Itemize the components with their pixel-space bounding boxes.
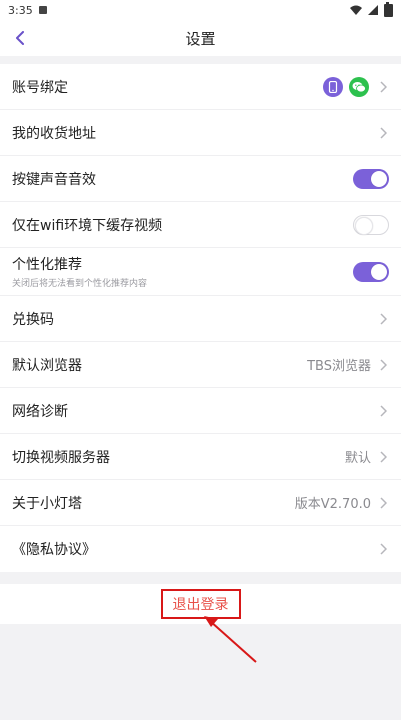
row-value: TBS浏览器 <box>307 359 371 374</box>
back-button[interactable] <box>8 20 32 56</box>
row-label: 兑换码 <box>12 311 54 328</box>
signal-icon <box>368 5 378 15</box>
row-label: 按键声音音效 <box>12 171 96 188</box>
row-label: 仅在wifi环境下缓存视频 <box>12 217 163 234</box>
top-bar: 设置 <box>0 20 401 56</box>
settings-row-network-diagnosis[interactable]: 网络诊断 <box>0 388 401 434</box>
row-sublabel: 关闭后将无法看到个性化推荐内容 <box>12 279 148 289</box>
row-value: 版本V2.70.0 <box>294 497 371 512</box>
notification-icon <box>38 6 47 14</box>
row-label: 个性化推荐 <box>12 257 82 273</box>
row-label: 默认浏览器 <box>12 357 82 374</box>
settings-list: 账号绑定 我的收货地址 按键声音音效 仅在wifi环境下缓存视频 个性化推荐 关… <box>0 64 401 572</box>
settings-row-account-binding[interactable]: 账号绑定 <box>0 64 401 110</box>
settings-row-key-sound: 按键声音音效 <box>0 156 401 202</box>
settings-row-wifi-cache: 仅在wifi环境下缓存视频 <box>0 202 401 248</box>
row-label: 我的收货地址 <box>12 125 96 142</box>
row-label: 账号绑定 <box>12 79 68 96</box>
settings-row-privacy[interactable]: 《隐私协议》 <box>0 526 401 572</box>
chevron-right-icon <box>377 80 389 93</box>
row-label: 关于小灯塔 <box>12 495 82 512</box>
key-sound-toggle[interactable] <box>353 168 389 189</box>
bound-accounts <box>323 76 369 97</box>
settings-row-about[interactable]: 关于小灯塔 版本V2.70.0 <box>0 480 401 526</box>
wechat-icon <box>349 76 369 97</box>
back-chevron-icon <box>16 31 24 45</box>
settings-row-video-server[interactable]: 切换视频服务器 默认 <box>0 434 401 480</box>
logout-button[interactable]: 退出登录 <box>173 597 229 613</box>
page-title: 设置 <box>185 29 216 48</box>
settings-row-redeem-code[interactable]: 兑换码 <box>0 296 401 342</box>
chevron-right-icon <box>377 543 389 555</box>
row-value: 默认 <box>344 451 371 466</box>
phone-icon <box>323 76 343 97</box>
personalized-toggle[interactable] <box>353 261 389 282</box>
status-time: 3:35 <box>8 3 33 17</box>
highlight-box: 退出登录 <box>160 589 241 619</box>
row-label: 网络诊断 <box>12 403 68 420</box>
divider <box>0 56 401 64</box>
status-bar: 3:35 <box>0 0 401 20</box>
chevron-right-icon <box>377 450 389 463</box>
logout-section: 退出登录 <box>0 584 401 624</box>
battery-icon <box>384 1 393 17</box>
row-label: 《隐私协议》 <box>12 542 96 558</box>
chevron-right-icon <box>377 496 389 509</box>
row-label: 切换视频服务器 <box>12 449 110 466</box>
wifi-icon <box>350 5 362 15</box>
wifi-cache-toggle[interactable] <box>353 214 389 235</box>
settings-row-shipping-address[interactable]: 我的收货地址 <box>0 110 401 156</box>
settings-row-personalized: 个性化推荐 关闭后将无法看到个性化推荐内容 <box>0 248 401 296</box>
chevron-right-icon <box>377 126 389 139</box>
chevron-right-icon <box>377 358 389 371</box>
settings-row-default-browser[interactable]: 默认浏览器 TBS浏览器 <box>0 342 401 388</box>
chevron-right-icon <box>377 404 389 417</box>
chevron-right-icon <box>377 312 389 325</box>
